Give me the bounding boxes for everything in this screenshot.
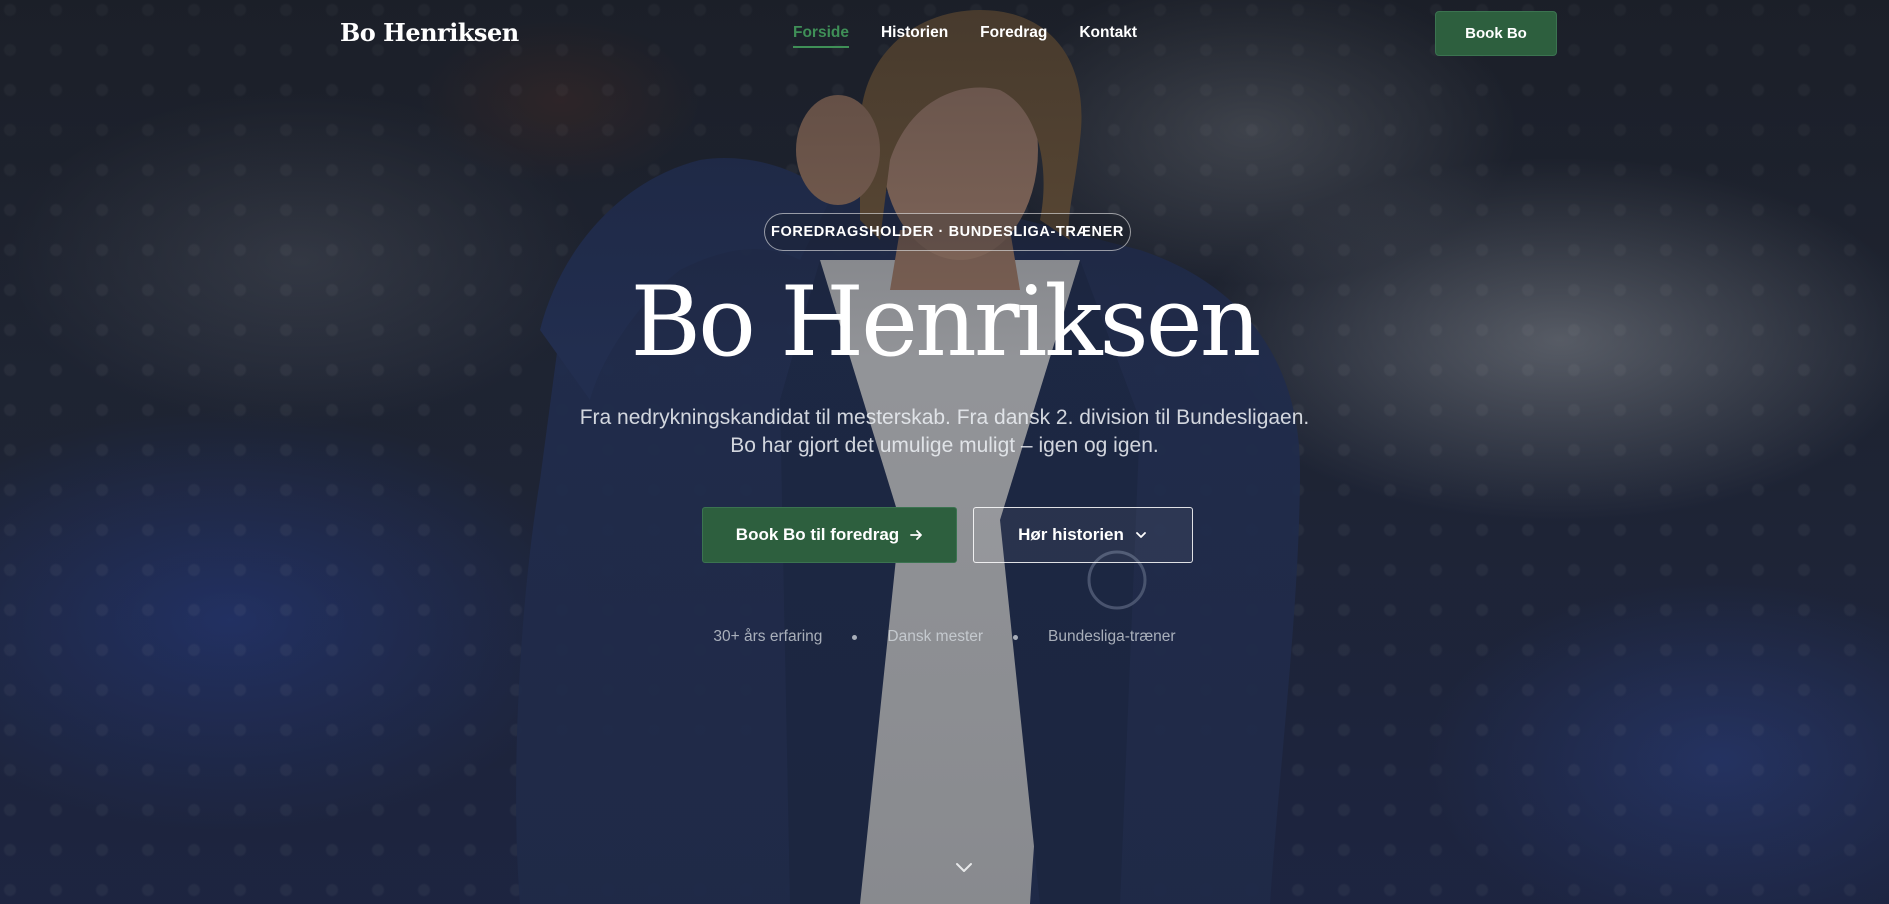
hero-title: Bo Henriksen <box>630 266 1262 378</box>
arrow-right-icon <box>909 528 923 542</box>
hero-section: FOREDRAGSHOLDER · BUNDESLIGA-TRÆNER Bo H… <box>0 0 1889 904</box>
book-bo-button[interactable]: Book Bo <box>1435 11 1557 56</box>
nav-link-forside[interactable]: Forside <box>793 24 849 48</box>
hero-stats: 30+ års erfaring Dansk mester Bundesliga… <box>0 628 1889 646</box>
hero-subtitle: Fra nedrykningskandidat til mesterskab. … <box>0 404 1889 460</box>
stat-bundesliga-coach: Bundesliga-træner <box>1048 628 1176 645</box>
stat-danish-champion: Dansk mester <box>887 628 984 645</box>
book-bo-til-foredrag-label: Book Bo til foredrag <box>735 525 900 544</box>
main-nav: Forside Historien Foredrag Kontakt <box>793 24 1137 48</box>
nav-link-kontakt[interactable]: Kontakt <box>1079 24 1137 48</box>
brand-logo[interactable]: Bo Henriksen <box>340 18 519 47</box>
top-navbar: Bo Henriksen Forside Historien Foredrag … <box>0 0 1889 68</box>
hero-subtitle-line-2: Bo har gjort det umulige muligt – igen o… <box>730 434 1159 457</box>
nav-link-historien[interactable]: Historien <box>881 24 948 48</box>
stat-experience: 30+ års erfaring <box>713 628 823 645</box>
hor-historien-label: Hør historien <box>1018 525 1124 544</box>
chevron-down-icon <box>1134 528 1148 542</box>
scroll-down-chevron-icon[interactable] <box>953 856 975 878</box>
book-bo-til-foredrag-button[interactable]: Book Bo til foredrag <box>702 507 957 563</box>
hero-subtitle-line-1: Fra nedrykningskandidat til mesterskab. … <box>579 406 1310 429</box>
nav-link-foredrag[interactable]: Foredrag <box>980 24 1047 48</box>
stat-separator-dot <box>1013 634 1019 640</box>
hor-historien-button[interactable]: Hør historien <box>973 507 1193 563</box>
hero-eyebrow-badge: FOREDRAGSHOLDER · BUNDESLIGA-TRÆNER <box>764 213 1131 251</box>
stat-separator-dot <box>852 634 858 640</box>
